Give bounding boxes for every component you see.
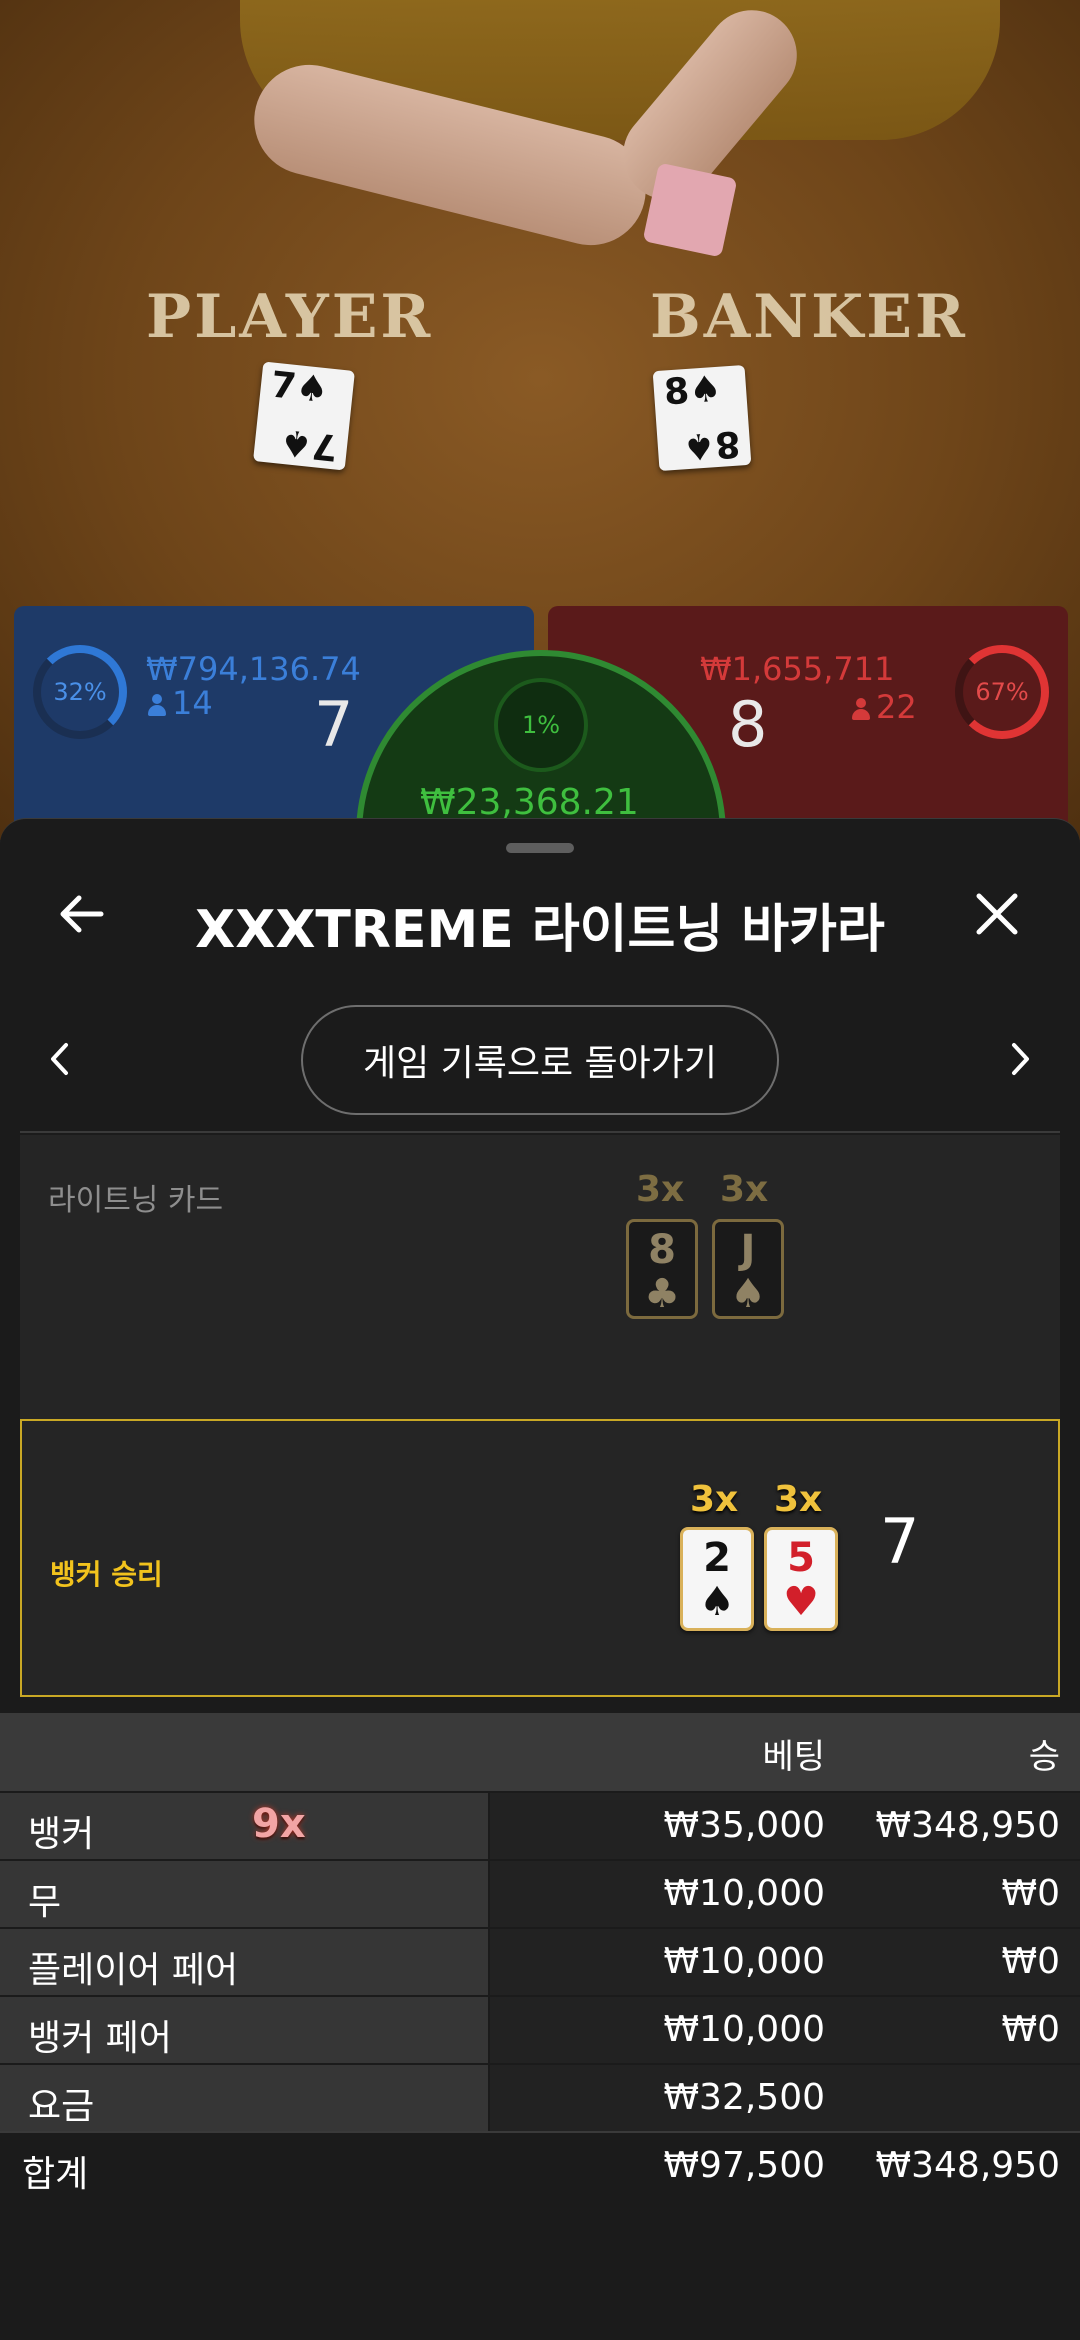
sheet-drag-handle[interactable] bbox=[506, 843, 574, 853]
column-header-bet: 베팅 bbox=[762, 1737, 825, 1777]
person-icon bbox=[852, 698, 870, 720]
table-row: 뱅커 페어 ₩10,000 ₩0 bbox=[0, 1995, 1080, 2063]
bets-table-header: 베팅 승 bbox=[0, 1713, 1080, 1791]
game-detail-sheet: XXXTREME 라이트닝 바카라 게임 기록으로 돌아가기 라이트닝 카드 3… bbox=[0, 818, 1080, 2340]
banker-people-count: 22 bbox=[852, 688, 917, 726]
total-win-amount: ₩348,950 bbox=[875, 2145, 1060, 2186]
back-button[interactable] bbox=[46, 879, 116, 949]
divider bbox=[20, 1131, 1060, 1133]
chevron-left-icon bbox=[51, 1043, 68, 1075]
banker-card: 5 ♥ bbox=[764, 1527, 838, 1631]
tie-percent-ring: 1% bbox=[494, 678, 588, 772]
card-multiplier: 3x bbox=[774, 1479, 823, 1520]
sheet-title: XXXTREME 라이트닝 바카라 bbox=[195, 900, 885, 960]
banker-card: 2 ♠ bbox=[680, 1527, 754, 1631]
bet-amount: ₩32,500 bbox=[663, 2077, 825, 2118]
table-banker-label: BANKER bbox=[650, 282, 968, 352]
win-amount: ₩0 bbox=[1001, 1941, 1061, 1982]
banker-bet-amount: ₩1,655,711 bbox=[700, 650, 895, 688]
banker-hand-total: 7 bbox=[880, 1505, 920, 1578]
lightning-multiplier: 3x bbox=[636, 1169, 685, 1210]
tie-bet-amount: ₩23,368.21 bbox=[420, 782, 639, 823]
next-round-button[interactable] bbox=[990, 1029, 1050, 1089]
close-icon bbox=[976, 893, 1018, 935]
dealer-held-card bbox=[642, 162, 738, 258]
total-row: 합계 ₩97,500 ₩348,950 bbox=[0, 2131, 1080, 2201]
bet-type: 요금 bbox=[28, 2086, 95, 2127]
bet-amount: ₩35,000 bbox=[663, 1805, 825, 1846]
table-player-label: PLAYER bbox=[146, 282, 434, 352]
bet-type: 플레이어 페어 bbox=[28, 1950, 239, 1991]
table-row: 요금 ₩32,500 bbox=[0, 2063, 1080, 2131]
lightning-card: J ♠ bbox=[712, 1219, 784, 1319]
lightning-multiplier: 3x bbox=[720, 1169, 769, 1210]
column-header-win: 승 bbox=[1028, 1737, 1060, 1777]
bet-amount: ₩10,000 bbox=[663, 2009, 825, 2050]
back-to-history-button[interactable]: 게임 기록으로 돌아가기 bbox=[301, 1005, 779, 1115]
win-amount: ₩348,950 bbox=[875, 1805, 1060, 1846]
person-icon bbox=[148, 694, 166, 716]
table-row: 플레이어 페어 ₩10,000 ₩0 bbox=[0, 1927, 1080, 1995]
table-row: 뱅커 9x ₩35,000 ₩348,950 bbox=[0, 1791, 1080, 1859]
player-hand-total: 7 bbox=[314, 688, 354, 761]
table-player-card: 7♠ 7♠ bbox=[253, 361, 355, 471]
lightning-cards-panel: 라이트닝 카드 3x 3x 8 ♣ J ♠ bbox=[20, 1135, 1060, 1449]
player-percent-ring: 32% bbox=[33, 645, 127, 739]
bet-type: 무 bbox=[28, 1882, 62, 1923]
close-button[interactable] bbox=[962, 879, 1032, 949]
lightning-cards-label: 라이트닝 카드 bbox=[48, 1183, 224, 1218]
arrow-left-icon bbox=[60, 895, 104, 933]
bet-amount: ₩10,000 bbox=[663, 1941, 825, 1982]
chevron-right-icon bbox=[1012, 1043, 1029, 1075]
bet-type: 뱅커 페어 bbox=[28, 2018, 172, 2059]
multiplier-badge: 9x bbox=[252, 1801, 306, 1847]
player-people-count: 14 bbox=[148, 684, 213, 722]
bet-amount: ₩10,000 bbox=[663, 1873, 825, 1914]
win-amount: ₩0 bbox=[1001, 2009, 1061, 2050]
previous-round-button[interactable] bbox=[30, 1029, 90, 1089]
card-multiplier: 3x bbox=[690, 1479, 739, 1520]
result-label: 뱅커 승리 bbox=[50, 1558, 163, 1591]
win-amount: ₩0 bbox=[1001, 1873, 1061, 1914]
lightning-card: 8 ♣ bbox=[626, 1219, 698, 1319]
bet-type: 뱅커 bbox=[28, 1814, 95, 1855]
bets-table: 베팅 승 뱅커 9x ₩35,000 ₩348,950 무 ₩10,000 ₩0… bbox=[0, 1713, 1080, 2201]
banker-hand-total: 8 bbox=[728, 688, 768, 761]
table-row: 무 ₩10,000 ₩0 bbox=[0, 1859, 1080, 1927]
table-banker-card: 8♠ 8♠ bbox=[652, 364, 752, 472]
banker-percent-ring: 67% bbox=[955, 645, 1049, 739]
total-bet-amount: ₩97,500 bbox=[663, 2145, 825, 2186]
total-label: 합계 bbox=[22, 2154, 89, 2195]
live-video: PLAYER BANKER 7♠ 7♠ 8♠ 8♠ 32% 67% 1% ₩79… bbox=[0, 0, 1080, 840]
player-bet-amount: ₩794,136.74 bbox=[146, 650, 361, 688]
banker-win-panel: 뱅커 승리 3x 3x 2 ♠ 5 ♥ 7 bbox=[20, 1419, 1060, 1697]
